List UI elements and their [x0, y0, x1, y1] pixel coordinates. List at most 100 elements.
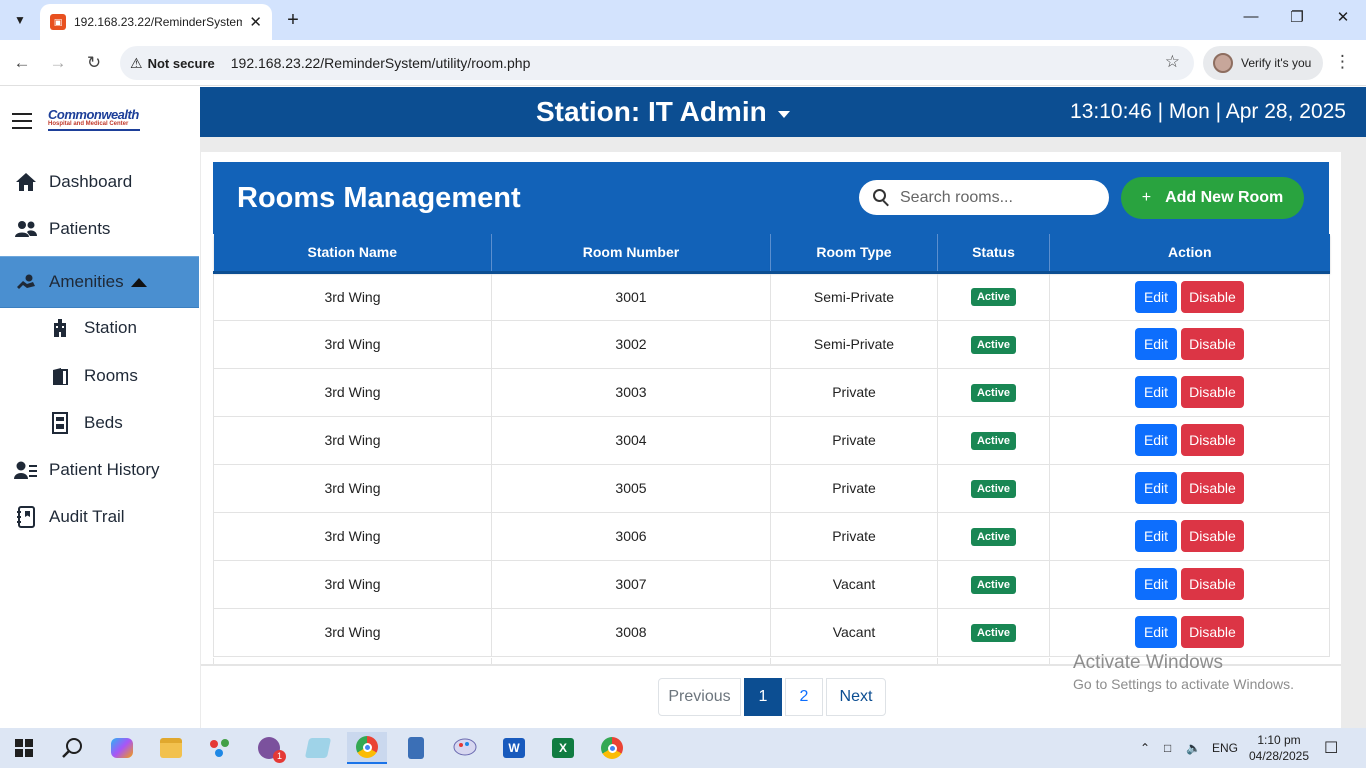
- copilot-icon[interactable]: [102, 732, 142, 764]
- favicon-icon: ▣: [50, 14, 66, 30]
- restore-icon[interactable]: ❐: [1285, 8, 1309, 26]
- users-icon: [14, 217, 38, 241]
- tab-close-icon[interactable]: ✕: [249, 13, 262, 31]
- table-row: 3rd Wing 3003 Private Active Edit Disable: [213, 368, 1330, 417]
- search-box[interactable]: [859, 180, 1109, 215]
- url-text[interactable]: 192.168.23.22/ReminderSystem/utility/roo…: [231, 55, 531, 71]
- room-number-cell: 3002: [491, 320, 771, 369]
- collapse-caret-icon[interactable]: [130, 277, 147, 287]
- windows-logo-icon: [15, 739, 33, 757]
- disable-button[interactable]: Disable: [1181, 280, 1244, 313]
- sidebar-item-beds[interactable]: Beds: [0, 401, 199, 445]
- column-header-room-type[interactable]: Room Type: [770, 234, 938, 274]
- calculator-icon[interactable]: [396, 732, 436, 764]
- bed-icon: [48, 411, 72, 435]
- user-history-icon: [14, 458, 38, 482]
- reload-icon[interactable]: ↻: [82, 52, 106, 74]
- page-title: Rooms Management: [237, 182, 521, 214]
- chevron-down-icon: [777, 110, 790, 118]
- volume-muted-icon[interactable]: 🔈: [1186, 728, 1201, 768]
- word-icon[interactable]: W: [494, 732, 534, 764]
- sidebar-item-amenities[interactable]: Amenities: [0, 256, 199, 308]
- column-header-room-number[interactable]: Room Number: [491, 234, 771, 274]
- edit-button[interactable]: Edit: [1135, 520, 1177, 552]
- chrome-profile-icon[interactable]: [592, 732, 632, 764]
- notes-app-icon[interactable]: [298, 732, 338, 764]
- sidebar-item-dashboard[interactable]: Dashboard: [0, 160, 199, 204]
- disable-button[interactable]: Disable: [1181, 520, 1244, 552]
- forward-arrow-icon[interactable]: →: [46, 52, 70, 74]
- search-input[interactable]: [900, 188, 1090, 207]
- edit-button[interactable]: Edit: [1135, 280, 1177, 313]
- disable-button[interactable]: Disable: [1181, 376, 1244, 408]
- edit-button[interactable]: Edit: [1135, 328, 1177, 360]
- back-arrow-icon[interactable]: ←: [10, 52, 34, 74]
- disable-button[interactable]: Disable: [1181, 424, 1244, 456]
- pagination-next[interactable]: Next: [826, 678, 886, 716]
- disable-button[interactable]: Disable: [1181, 328, 1244, 360]
- tab-title: 192.168.23.22/ReminderSystem: [74, 15, 242, 29]
- new-tab-icon[interactable]: +: [282, 8, 304, 32]
- taskbar-date: 04/28/2025: [1248, 749, 1310, 763]
- edit-button[interactable]: Edit: [1135, 616, 1177, 648]
- room-number-cell: 3001: [491, 272, 771, 321]
- table-row: 3rd Wing 3004 Private Active Edit Disable: [213, 416, 1330, 465]
- viber-icon[interactable]: 1: [249, 732, 289, 764]
- status-cell: Active: [937, 320, 1050, 369]
- pagination-page-2[interactable]: 2: [785, 678, 823, 716]
- sidebar-item-patient-history[interactable]: Patient History: [0, 448, 199, 492]
- window-close-icon[interactable]: ✕: [1331, 8, 1355, 26]
- sidebar-item-rooms[interactable]: Rooms: [0, 354, 199, 398]
- tab-search-chevron-icon[interactable]: ▼: [8, 8, 32, 32]
- pagination-previous[interactable]: Previous: [658, 678, 741, 716]
- taskbar-search-icon[interactable]: [52, 732, 92, 764]
- browser-tab[interactable]: ▣ 192.168.23.22/ReminderSystem ✕: [40, 4, 272, 40]
- edit-button[interactable]: Edit: [1135, 376, 1177, 408]
- paint-icon[interactable]: [445, 732, 485, 764]
- language-indicator[interactable]: ENG: [1212, 728, 1238, 768]
- amenities-icon: [14, 270, 38, 294]
- add-room-button[interactable]: + Add New Room: [1121, 177, 1304, 219]
- security-label[interactable]: Not secure: [148, 56, 215, 71]
- station-cell: 3rd Wing: [213, 512, 492, 561]
- notification-center-icon[interactable]: ☐: [1324, 728, 1338, 768]
- room-number-cell: 3004: [491, 416, 771, 465]
- pagination-page-1[interactable]: 1: [744, 678, 782, 716]
- column-header-station-name[interactable]: Station Name: [213, 234, 492, 274]
- sidebar-item-patients[interactable]: Patients: [0, 207, 199, 251]
- network-icon[interactable]: □: [1164, 728, 1171, 768]
- address-bar[interactable]: ⚠ Not secure 192.168.23.22/ReminderSyste…: [120, 46, 1194, 80]
- clock: 13:10:46 | Mon | Apr 28, 2025: [1070, 100, 1346, 123]
- activate-windows-watermark: Activate Windows Go to Settings to activ…: [1073, 652, 1294, 692]
- status-badge: Active: [970, 288, 1017, 306]
- show-hidden-icons-chevron-icon[interactable]: ⌃: [1140, 728, 1150, 768]
- edit-button[interactable]: Edit: [1135, 568, 1177, 600]
- browser-menu-icon[interactable]: ⋮: [1334, 52, 1351, 72]
- minimize-icon[interactable]: —: [1239, 8, 1263, 25]
- app-icon[interactable]: [200, 732, 240, 764]
- edit-button[interactable]: Edit: [1135, 424, 1177, 456]
- chrome-taskbar-icon[interactable]: [347, 732, 387, 764]
- station-selector[interactable]: Station: IT Admin: [536, 96, 790, 128]
- excel-icon[interactable]: X: [543, 732, 583, 764]
- start-button[interactable]: [4, 732, 44, 764]
- bookmark-star-icon[interactable]: ☆: [1165, 52, 1180, 72]
- status-badge: Active: [970, 479, 1017, 498]
- sidebar-item-audit-trail[interactable]: Audit Trail: [0, 495, 199, 539]
- edit-button[interactable]: Edit: [1135, 472, 1177, 504]
- action-cell: Edit Disable: [1049, 512, 1330, 561]
- column-header-status[interactable]: Status: [937, 234, 1050, 274]
- action-cell: Edit Disable: [1049, 320, 1330, 369]
- disable-button[interactable]: Disable: [1181, 472, 1244, 504]
- profile-verify-button[interactable]: Verify it's you: [1203, 46, 1323, 80]
- disable-button[interactable]: Disable: [1181, 616, 1244, 648]
- hamburger-menu-icon[interactable]: [12, 113, 32, 129]
- file-explorer-icon[interactable]: [151, 732, 191, 764]
- table-header-row: Station Name Room Number Room Type Statu…: [213, 234, 1330, 274]
- disable-button[interactable]: Disable: [1181, 568, 1244, 600]
- taskbar-clock[interactable]: 1:10 pm 04/28/2025: [1248, 732, 1310, 764]
- hospital-logo[interactable]: Commonwealth Hospital and Medical Center: [48, 107, 144, 137]
- building-icon: [48, 316, 72, 340]
- sidebar-item-station[interactable]: Station: [0, 306, 199, 350]
- sidebar-item-label: Audit Trail: [49, 507, 125, 526]
